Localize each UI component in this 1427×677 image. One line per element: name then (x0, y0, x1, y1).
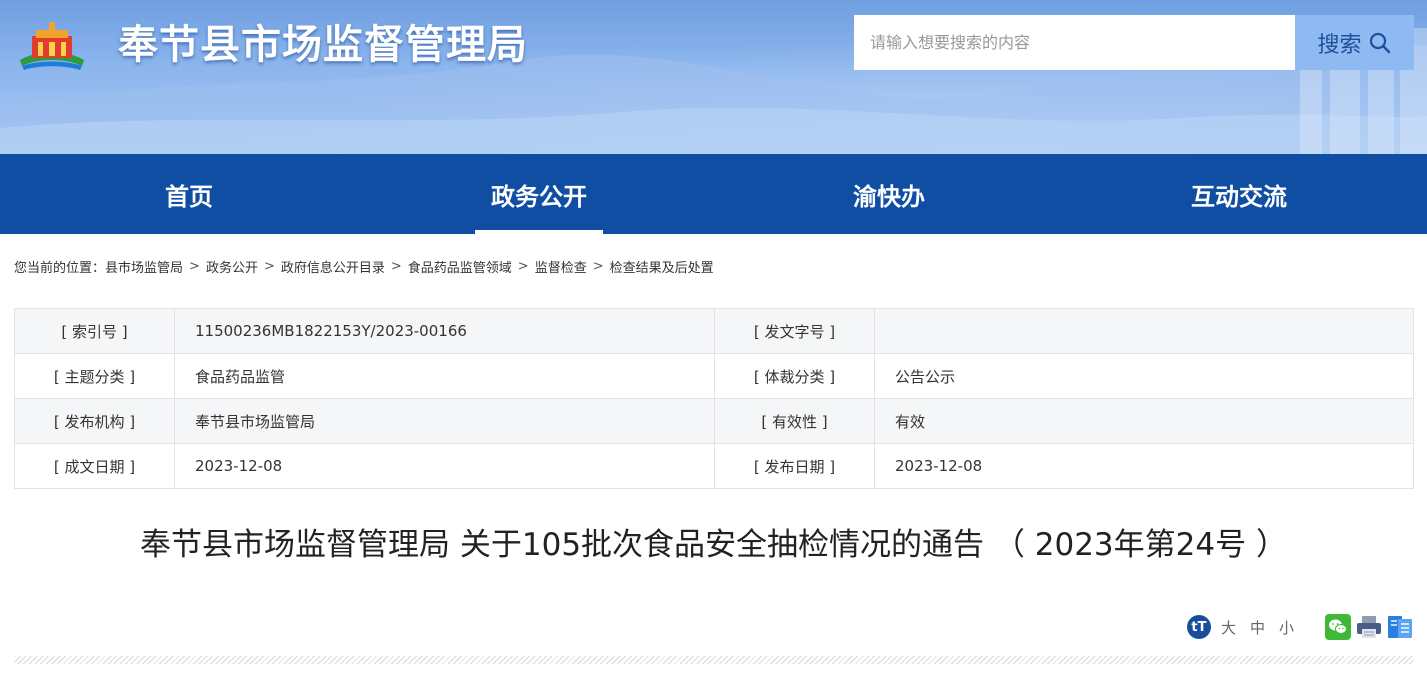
breadcrumb-item-bureau[interactable]: 县市场监管局 (105, 257, 183, 276)
search-button[interactable]: 搜索 (1295, 15, 1414, 70)
font-size-medium-button[interactable]: 中 (1250, 617, 1265, 638)
breadcrumb-separator: > (390, 258, 402, 274)
font-size-large-button[interactable]: 大 (1221, 617, 1236, 638)
table-row: [ 主题分类 ] 食品药品监管 [ 体裁分类 ] 公告公示 (14, 353, 1414, 399)
nav-item-yukuaiban[interactable]: 渝快办 (714, 154, 1064, 234)
font-size-icon: tT (1186, 615, 1211, 639)
table-row: [ 成文日期 ] 2023-12-08 [ 发布日期 ] 2023-12-08 (14, 443, 1414, 489)
table-row: [ 索引号 ] 11500236MB1822153Y/2023-00166 [ … (14, 308, 1414, 354)
info-value: 2023-12-08 (874, 443, 1414, 489)
search-button-label: 搜索 (1317, 31, 1362, 57)
info-label: [ 体裁分类 ] (714, 353, 875, 399)
main-navigation: 首页 政务公开 渝快办 互动交流 (0, 154, 1427, 234)
breadcrumb-separator: > (517, 258, 529, 274)
breadcrumb-separator: > (263, 258, 275, 274)
info-value: 奉节县市场监管局 (174, 398, 715, 444)
nav-item-home[interactable]: 首页 (14, 154, 364, 234)
breadcrumb-separator: > (189, 258, 200, 274)
font-size-small-button[interactable]: 小 (1279, 617, 1294, 638)
document-icon[interactable] (1387, 614, 1413, 640)
info-label: [ 发文字号 ] (714, 308, 875, 354)
info-label: [ 发布机构 ] (14, 398, 175, 444)
info-value: 有效 (874, 398, 1414, 444)
info-label: [ 有效性 ] (714, 398, 875, 444)
breadcrumb-item-results[interactable]: 检查结果及后处置 (610, 257, 714, 276)
table-row: [ 发布机构 ] 奉节县市场监管局 [ 有效性 ] 有效 (14, 398, 1414, 444)
info-value: 11500236MB1822153Y/2023-00166 (174, 308, 715, 354)
breadcrumb-item-affairs[interactable]: 政务公开 (206, 257, 258, 276)
breadcrumb-item-catalog[interactable]: 政府信息公开目录 (281, 257, 385, 276)
info-value: 2023-12-08 (174, 443, 715, 489)
info-label: [ 索引号 ] (14, 308, 175, 354)
info-value: 公告公示 (874, 353, 1414, 399)
article-tools: tT 大 中 小 (1186, 612, 1413, 642)
wechat-icon[interactable] (1325, 614, 1351, 640)
site-header: 奉节县市场监督管理局 搜索 (0, 0, 1427, 154)
search-input[interactable] (854, 15, 1295, 70)
breadcrumb-separator: > (592, 258, 604, 274)
info-value (874, 308, 1414, 354)
nav-item-label: 首页 (165, 182, 213, 211)
info-value: 食品药品监管 (174, 353, 715, 399)
government-emblem-logo (20, 22, 84, 70)
nav-item-interaction[interactable]: 互动交流 (1064, 154, 1414, 234)
breadcrumb-item-inspection[interactable]: 监督检查 (535, 257, 587, 276)
document-info-table: [ 索引号 ] 11500236MB1822153Y/2023-00166 [ … (14, 308, 1414, 489)
info-label: [ 发布日期 ] (714, 443, 875, 489)
site-title: 奉节县市场监督管理局 (118, 22, 528, 68)
content-divider (14, 656, 1414, 664)
nav-item-government-affairs[interactable]: 政务公开 (364, 154, 714, 234)
article-title: 奉节县市场监督管理局 关于105批次食品安全抽检情况的通告 （ 2023年第24… (140, 527, 1287, 563)
breadcrumb-item-food-drug[interactable]: 食品药品监管领域 (408, 257, 512, 276)
print-icon[interactable] (1356, 614, 1382, 640)
info-label: [ 主题分类 ] (14, 353, 175, 399)
nav-item-label: 渝快办 (853, 182, 925, 211)
breadcrumb-prefix: 您当前的位置： (14, 260, 106, 276)
nav-item-label: 政务公开 (491, 182, 587, 211)
search-icon (1369, 32, 1390, 53)
info-label: [ 成文日期 ] (14, 443, 175, 489)
nav-item-label: 互动交流 (1191, 182, 1287, 211)
breadcrumb: 您当前的位置： 县市场监管局 > 政务公开 > 政府信息公开目录 > 食品药品监… (14, 257, 714, 276)
